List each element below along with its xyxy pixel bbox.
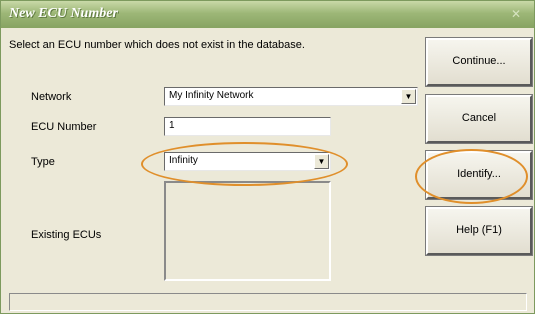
chevron-down-icon[interactable]: ▼ <box>314 154 329 169</box>
close-icon[interactable]: ✕ <box>506 5 526 23</box>
continue-button-label: Continue... <box>452 55 506 67</box>
existing-ecus-list[interactable] <box>164 181 331 281</box>
identify-button[interactable]: Identify... <box>425 150 533 200</box>
ecu-number-label: ECU Number <box>31 121 97 133</box>
new-ecu-number-dialog: New ECU Number ✕ Select an ECU number wh… <box>0 0 535 314</box>
cancel-button-label: Cancel <box>461 112 497 124</box>
chevron-down-icon[interactable]: ▼ <box>401 89 416 104</box>
identify-button-label: Identify... <box>457 168 501 180</box>
type-dropdown[interactable]: Infinity ▼ <box>164 152 331 171</box>
network-label: Network <box>31 91 72 103</box>
existing-ecus-label: Existing ECUs <box>31 229 102 241</box>
network-dropdown[interactable]: My Infinity Network ▼ <box>164 87 418 106</box>
instruction-text: Select an ECU number which does not exis… <box>9 39 305 51</box>
ecu-number-field[interactable]: 1 <box>164 117 331 136</box>
network-value: My Infinity Network <box>169 90 254 101</box>
title-bar[interactable]: New ECU Number ✕ <box>1 1 534 28</box>
help-button-label: Help (F1) <box>456 224 502 236</box>
type-label: Type <box>31 156 55 168</box>
cancel-button[interactable]: Cancel <box>425 94 533 144</box>
type-value: Infinity <box>169 155 198 166</box>
ecu-number-value: 1 <box>169 120 175 131</box>
help-button[interactable]: Help (F1) <box>425 206 533 256</box>
status-bar <box>9 293 527 311</box>
continue-button[interactable]: Continue... <box>425 37 533 87</box>
window-title: New ECU Number <box>9 6 118 21</box>
